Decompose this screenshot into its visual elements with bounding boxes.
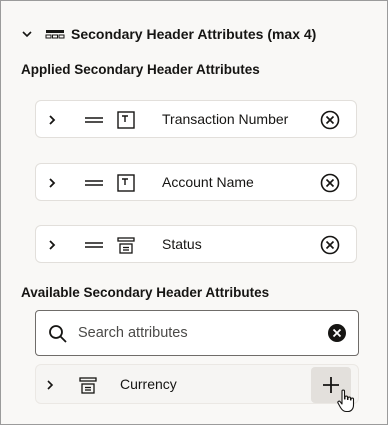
- chevron-down-icon[interactable]: [21, 28, 33, 40]
- remove-circle-icon[interactable]: [319, 234, 341, 256]
- applied-attribute-card[interactable]: Account Name: [35, 163, 357, 201]
- chevron-right-icon[interactable]: [42, 110, 62, 130]
- clear-search-icon[interactable]: [327, 323, 347, 343]
- drag-handle-icon[interactable]: [84, 237, 104, 253]
- remove-circle-icon[interactable]: [319, 172, 341, 194]
- header-attributes-icon: [45, 30, 65, 39]
- applied-attribute-card[interactable]: Transaction Number: [35, 100, 357, 138]
- applied-attribute-card[interactable]: Status: [35, 225, 357, 263]
- search-input[interactable]: [78, 321, 318, 345]
- text-field-icon: [117, 174, 135, 192]
- hand-pointer-icon: [337, 389, 355, 413]
- available-attribute-card[interactable]: Currency: [35, 364, 359, 404]
- text-field-icon: [117, 111, 135, 129]
- remove-circle-icon[interactable]: [319, 109, 341, 131]
- attribute-label: Transaction Number: [162, 111, 289, 127]
- chevron-right-icon[interactable]: [40, 375, 60, 395]
- attribute-label: Account Name: [162, 174, 254, 190]
- secondary-header-panel: Secondary Header Attributes (max 4) Appl…: [0, 0, 388, 425]
- drag-handle-icon[interactable]: [84, 175, 104, 191]
- list-field-icon: [117, 237, 135, 254]
- available-heading: Available Secondary Header Attributes: [21, 285, 270, 300]
- section-title: Secondary Header Attributes (max 4): [71, 26, 317, 42]
- search-field[interactable]: [35, 310, 359, 356]
- list-field-icon: [79, 377, 97, 394]
- attribute-label: Status: [162, 236, 202, 252]
- search-icon: [49, 325, 67, 343]
- chevron-right-icon[interactable]: [42, 173, 62, 193]
- chevron-right-icon[interactable]: [42, 235, 62, 255]
- applied-heading: Applied Secondary Header Attributes: [21, 62, 260, 77]
- section-header[interactable]: Secondary Header Attributes (max 4): [21, 24, 316, 44]
- attribute-label: Currency: [120, 376, 177, 392]
- drag-handle-icon[interactable]: [84, 112, 104, 128]
